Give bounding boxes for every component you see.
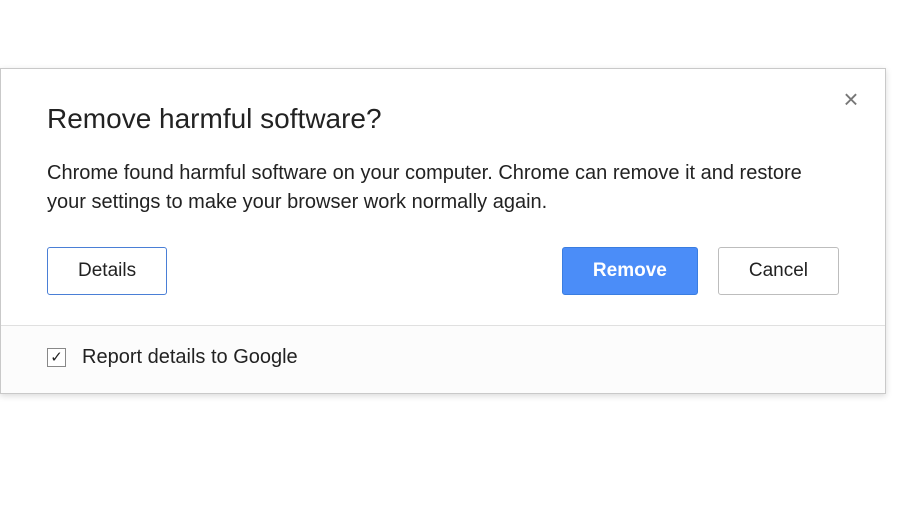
- dialog-title: Remove harmful software?: [47, 103, 839, 135]
- dialog-footer: ✓ Report details to Google: [1, 325, 885, 393]
- dialog-message: Chrome found harmful software on your co…: [47, 159, 839, 217]
- report-checkbox-label: Report details to Google: [82, 346, 298, 369]
- close-icon[interactable]: ×: [839, 87, 863, 111]
- report-checkbox-wrap[interactable]: ✓ Report details to Google: [47, 346, 298, 369]
- dialog-button-row: Details Remove Cancel: [47, 247, 839, 295]
- checkbox-icon: ✓: [47, 348, 66, 367]
- dialog-body-section: × Remove harmful software? Chrome found …: [1, 69, 885, 325]
- harmful-software-dialog: × Remove harmful software? Chrome found …: [0, 68, 886, 394]
- remove-button[interactable]: Remove: [562, 247, 698, 295]
- details-button[interactable]: Details: [47, 247, 167, 295]
- cancel-button[interactable]: Cancel: [718, 247, 839, 295]
